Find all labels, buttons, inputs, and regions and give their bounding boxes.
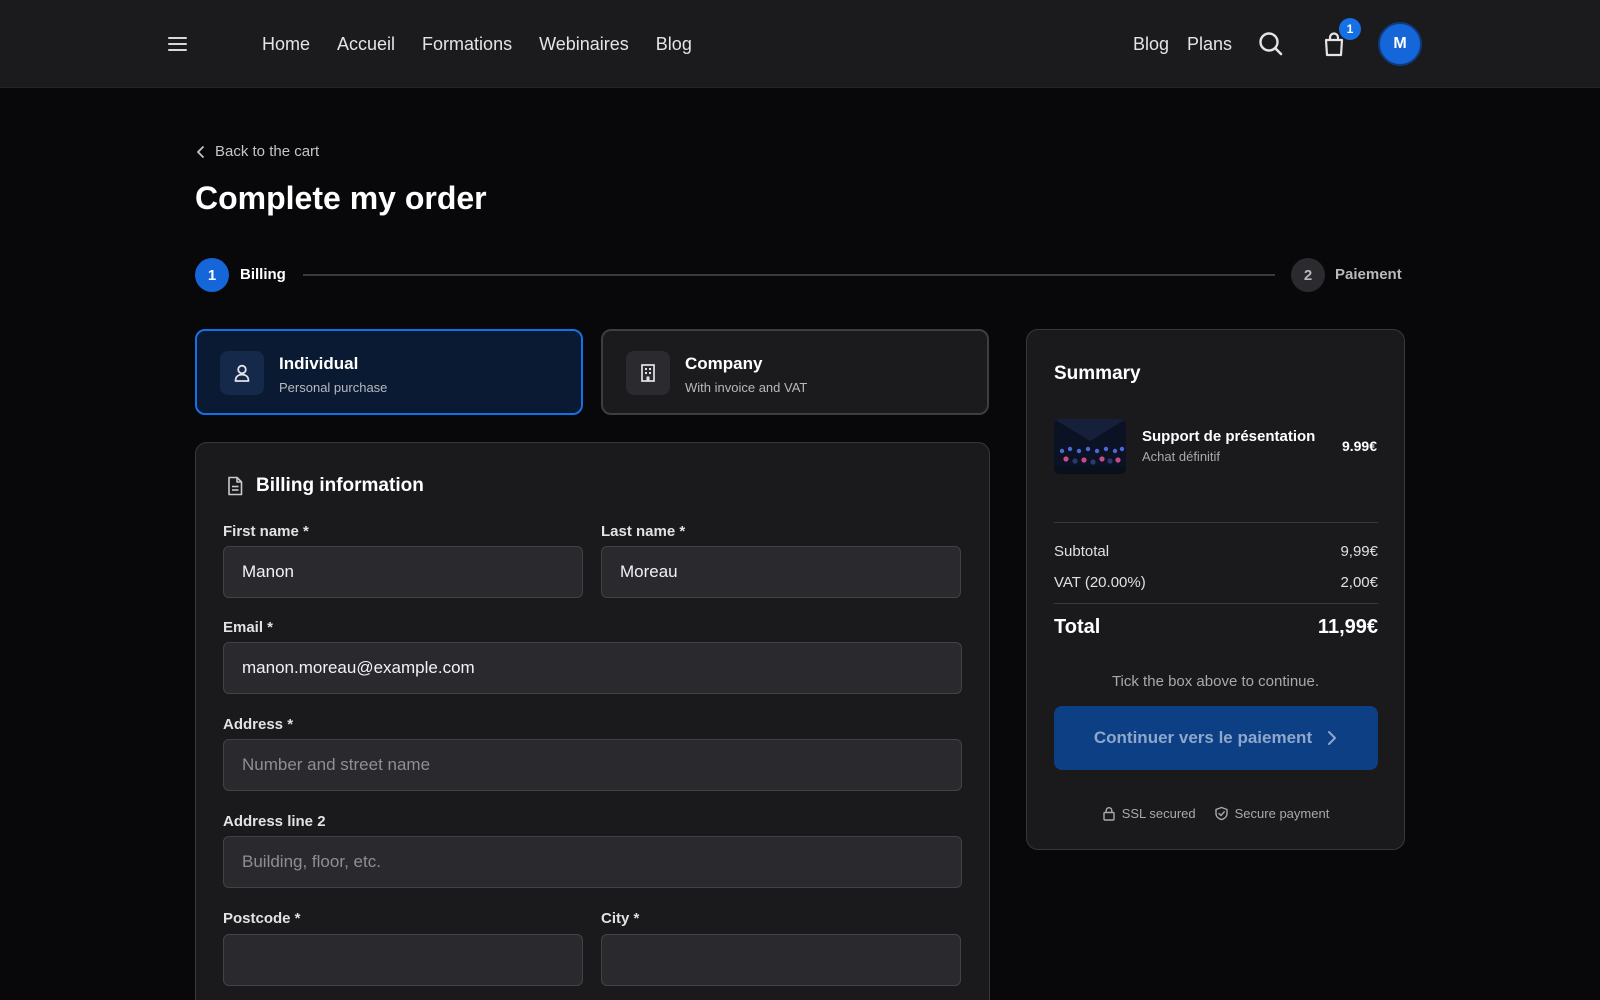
billing-heading: Billing information (224, 475, 424, 497)
top-navbar: Home Accueil Formations Webinaires Blog … (0, 0, 1600, 88)
product-price: 9.99€ (1341, 438, 1377, 454)
chevron-left-icon (197, 145, 204, 158)
total-label: Total (1054, 616, 1101, 638)
lock-icon (1102, 807, 1115, 821)
main-nav: Home Accueil Formations Webinaires Blog (262, 0, 692, 88)
step-1-indicator: 1 (195, 258, 229, 292)
vat-value: 2,00€ (1340, 574, 1378, 591)
search-icon[interactable] (1254, 27, 1288, 61)
city-label: City * (601, 910, 640, 927)
subtotal-label: Subtotal (1054, 543, 1110, 560)
subtotal-value: 9,99€ (1340, 543, 1378, 560)
page-title: Complete my order (195, 180, 487, 216)
building-icon (626, 351, 670, 395)
billing-heading-text: Billing information (256, 475, 424, 496)
cart-count-badge: 1 (1339, 18, 1361, 40)
account-type-company[interactable]: Company With invoice and VAT (601, 329, 989, 415)
back-to-cart-link[interactable]: Back to the cart (195, 143, 319, 160)
stepper-progress-line (303, 274, 1275, 276)
account-type-individual[interactable]: Individual Personal purchase (195, 329, 583, 415)
summary-title: Summary (1054, 363, 1141, 384)
continue-to-payment-button[interactable]: Continuer vers le paiement (1054, 706, 1378, 770)
step-2-indicator: 2 (1291, 258, 1325, 292)
nav-link-webinaires[interactable]: Webinaires (539, 34, 629, 55)
nav-link-formations[interactable]: Formations (422, 34, 512, 55)
user-icon (220, 351, 264, 395)
account-type-subtitle: Personal purchase (279, 380, 388, 395)
step-1-label: Billing (240, 266, 286, 283)
summary-divider (1054, 603, 1378, 604)
secure-payment-badge: Secure payment (1214, 806, 1330, 821)
vat-row: VAT (20.00%) 2,00€ (1054, 574, 1378, 591)
continue-to-payment-label: Continuer vers le paiement (1093, 728, 1313, 747)
first-name-label: First name * (223, 523, 309, 540)
subtotal-row: Subtotal 9,99€ (1054, 543, 1378, 560)
billing-form-card: Billing information First name * Last na… (195, 442, 990, 1000)
account-type-title: Individual (279, 354, 359, 373)
nav-link-blog[interactable]: Blog (656, 34, 692, 55)
postcode-label: Postcode * (223, 910, 301, 927)
menu-icon[interactable] (164, 33, 192, 55)
total-value: 11,99€ (1317, 616, 1378, 638)
secure-payment-label: Secure payment (1234, 806, 1330, 821)
security-badges: SSL secured Secure payment (1027, 806, 1404, 821)
summary-divider (1054, 522, 1378, 523)
back-to-cart-label: Back to the cart (215, 143, 320, 160)
address-field[interactable] (223, 739, 962, 791)
document-icon (228, 476, 243, 496)
order-summary-card: Summary Support de présentation Achat dé… (1026, 329, 1405, 850)
secondary-nav: Blog Plans (1133, 0, 1232, 88)
account-type-title: Company (685, 354, 763, 373)
product-name: Support de présentation (1142, 428, 1316, 445)
nav-link-accueil[interactable]: Accueil (337, 34, 395, 55)
nav-link-plans[interactable]: Plans (1187, 34, 1232, 55)
ssl-badge: SSL secured (1102, 806, 1196, 821)
vat-label: VAT (20.00%) (1054, 574, 1146, 591)
account-type-subtitle: With invoice and VAT (685, 380, 808, 395)
email-field[interactable] (223, 642, 962, 694)
step-2-label: Paiement (1335, 266, 1402, 283)
address-line-2-field[interactable] (223, 836, 962, 888)
postcode-field[interactable] (223, 934, 583, 986)
total-row: Total 11,99€ (1054, 616, 1378, 639)
product-subtitle: Achat définitif (1142, 449, 1221, 464)
ssl-badge-label: SSL secured (1121, 806, 1196, 821)
last-name-label: Last name * (601, 523, 686, 540)
nav-link-blog-right[interactable]: Blog (1133, 34, 1169, 55)
avatar[interactable]: M (1378, 22, 1422, 66)
first-name-field[interactable] (223, 546, 583, 598)
chevron-right-icon (1328, 731, 1337, 745)
address-line-2-label: Address line 2 (223, 813, 326, 830)
product-thumbnail (1054, 419, 1126, 474)
continue-hint: Tick the box above to continue. (1111, 673, 1320, 690)
address-label: Address * (223, 716, 294, 733)
city-field[interactable] (601, 934, 961, 986)
email-label: Email * (223, 619, 274, 636)
shield-check-icon (1214, 806, 1228, 821)
nav-link-home[interactable]: Home (262, 34, 310, 55)
last-name-field[interactable] (601, 546, 961, 598)
